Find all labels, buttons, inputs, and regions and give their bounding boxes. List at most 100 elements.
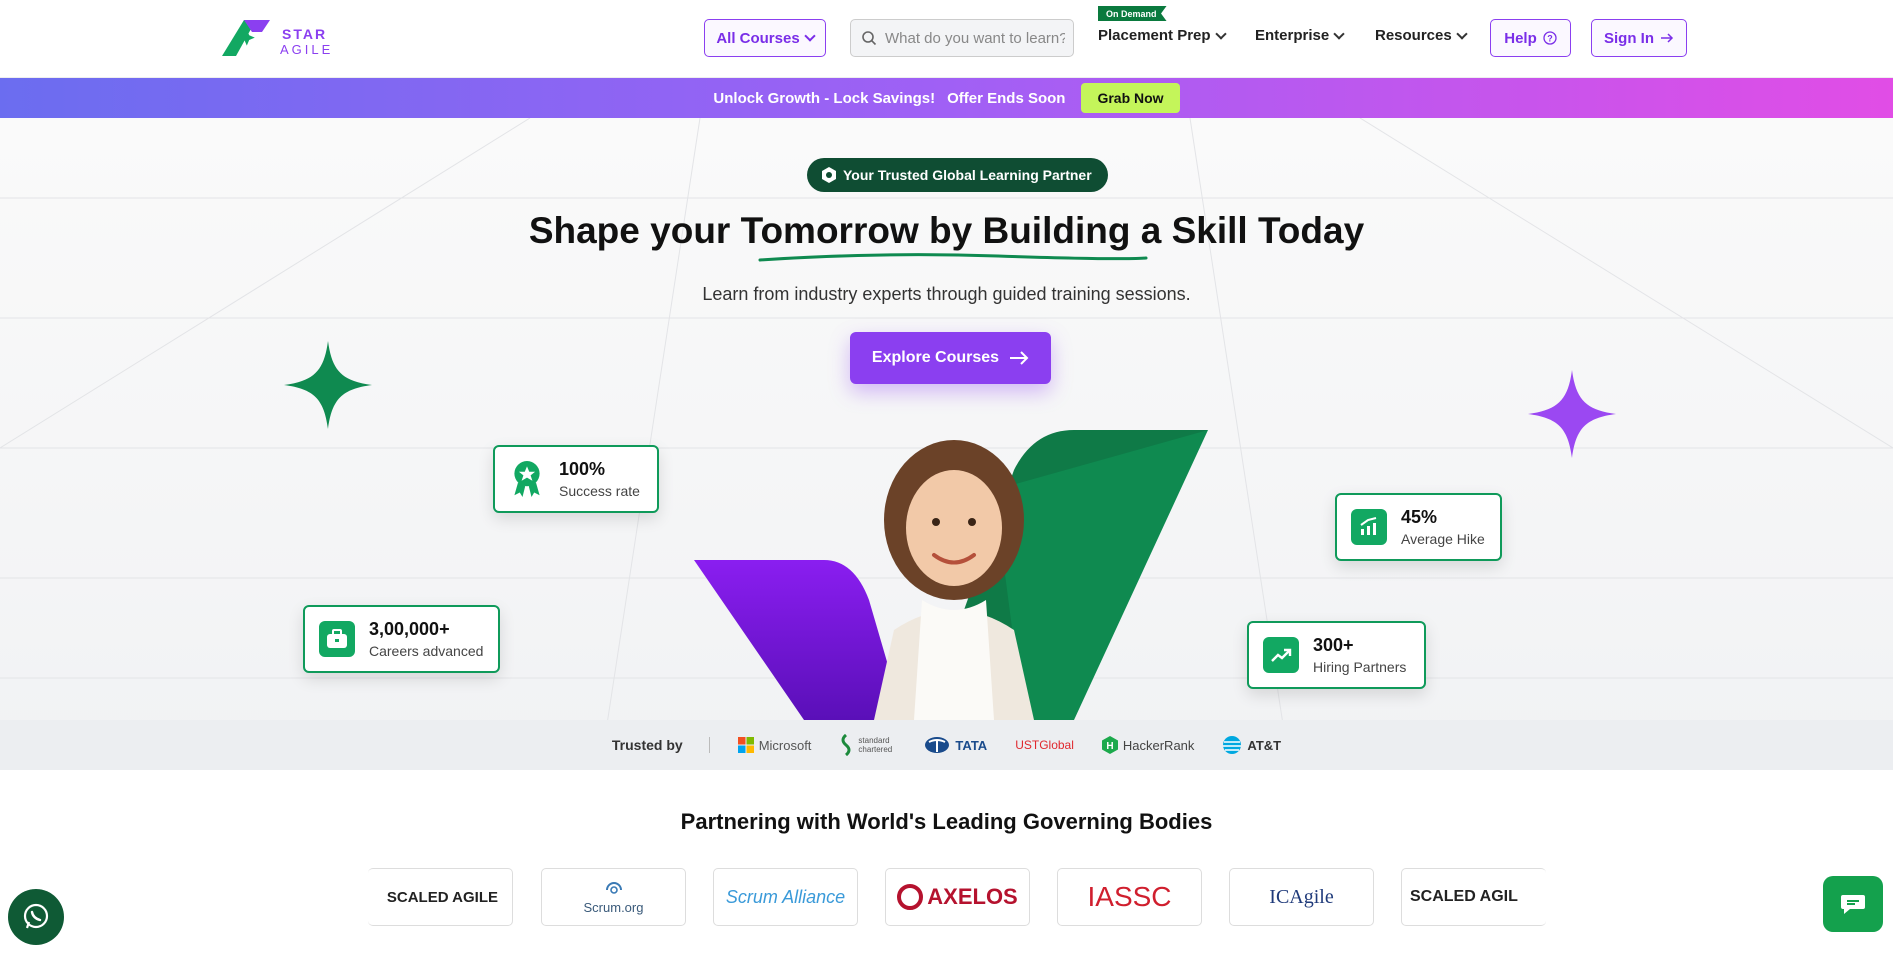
brand-name: standard chartered [858, 736, 893, 754]
partner-logo-scrum-org[interactable]: Scrum.org [541, 868, 686, 926]
partner-name: SCALED AGIL [1410, 888, 1518, 905]
hackerrank-icon: H [1101, 736, 1118, 754]
arrow-right-icon [1661, 33, 1674, 43]
search-icon [862, 31, 877, 46]
nav-enterprise[interactable]: Enterprise [1255, 27, 1345, 44]
all-courses-label: All Courses [716, 29, 800, 47]
brand-logo-microsoft: Microsoft [737, 737, 812, 753]
brand-name: AT&T [1247, 737, 1282, 753]
partners-carousel: SCALED AGILE Scrum.org Scrum Alliance AX… [0, 868, 1893, 926]
stat-card-success-rate: 100% Success rate [493, 445, 659, 513]
site-header: STAR AGILE All Courses On Demand Placeme… [0, 0, 1893, 78]
partner-logo-scrum-alliance[interactable]: Scrum Alliance [713, 868, 858, 926]
brand-name: Microsoft [758, 737, 812, 753]
medal-icon [822, 167, 836, 183]
stat-value: 45% [1401, 507, 1438, 527]
sign-in-button[interactable]: Sign In [1591, 19, 1687, 57]
arrow-right-icon [1010, 351, 1029, 365]
question-icon: ? [1543, 31, 1557, 45]
partner-name: IASSC [1087, 881, 1172, 912]
help-label: Help [1504, 29, 1537, 47]
search-input[interactable] [885, 29, 1065, 47]
stat-label: Success rate [559, 483, 640, 499]
sign-in-label: Sign In [1604, 29, 1654, 47]
hero-section: Your Trusted Global Learning Partner Sha… [0, 118, 1893, 770]
brand-name: TATA [955, 737, 988, 753]
partner-logo-iassc[interactable]: IASSC [1057, 868, 1202, 926]
hero-person-illustration [694, 430, 1208, 720]
partner-name: Scrum Alliance [725, 886, 846, 907]
stat-value: 300+ [1313, 635, 1354, 655]
promo-banner: Unlock Growth - Lock Savings! Offer Ends… [0, 78, 1893, 118]
help-button[interactable]: Help ? [1490, 19, 1571, 57]
hero-subtitle: Learn from industry experts through guid… [702, 284, 1191, 304]
nav-resources-label: Resources [1375, 27, 1452, 44]
att-globe-icon [1223, 736, 1242, 754]
partners-title: Partnering with World's Leading Governin… [680, 809, 1213, 834]
microsoft-icon [737, 737, 754, 753]
partner-logo-scaled-agile-2[interactable]: SCALED AGIL [1401, 868, 1546, 926]
scrum-org-icon [605, 881, 622, 894]
whatsapp-button[interactable] [8, 889, 64, 945]
search-box[interactable] [850, 19, 1074, 57]
chevron-down-icon [1456, 27, 1468, 40]
partner-name: AXELOS [927, 884, 1018, 909]
growth-chart-icon [1351, 509, 1387, 545]
brand-logo-att: AT&T [1222, 735, 1281, 755]
explore-courses-label: Explore Courses [871, 349, 1000, 366]
nav-placement-prep-label: Placement Prep [1098, 27, 1211, 44]
all-courses-button[interactable]: All Courses [704, 19, 826, 57]
explore-courses-button[interactable]: Explore Courses [850, 332, 1051, 384]
stat-label: Average Hike [1401, 531, 1485, 547]
brand-logo-ust-global: USTGlobal [1015, 738, 1074, 752]
trending-up-icon [1263, 637, 1299, 673]
whatsapp-icon [23, 903, 49, 929]
chevron-down-icon [804, 30, 816, 42]
tata-icon [925, 737, 950, 753]
brand-name: HackerRank [1122, 737, 1195, 753]
nav-enterprise-label: Enterprise [1255, 27, 1330, 44]
award-icon [509, 461, 545, 497]
axelos-icon [897, 884, 924, 910]
promo-text-growth: Unlock Growth - Lock Savings! [713, 89, 936, 107]
svg-text:?: ? [1547, 34, 1553, 44]
star-agile-logo[interactable]: STAR AGILE [222, 18, 332, 60]
partner-name: Scrum.org [583, 899, 644, 915]
stat-card-hiring-partners: 300+ Hiring Partners [1247, 621, 1426, 689]
nav-placement-prep[interactable]: Placement Prep [1098, 27, 1227, 44]
svg-text:H: H [1106, 741, 1113, 752]
brand-logo-tata: TATA [924, 736, 987, 754]
brand-name: USTGlobal [1015, 738, 1074, 752]
chevron-down-icon [1333, 27, 1345, 40]
partner-name: SCALED AGILE [386, 888, 498, 906]
partner-logo-axelos[interactable]: AXELOS [885, 868, 1030, 926]
purple-sparkle-decoration [1528, 370, 1616, 458]
trust-pill: Your Trusted Global Learning Partner [807, 158, 1108, 192]
green-sparkle-decoration [284, 341, 372, 429]
stat-card-careers: 3,00,000+ Careers advanced [303, 605, 500, 673]
stat-value: 3,00,000+ [369, 619, 450, 639]
briefcase-icon [319, 621, 355, 657]
trusted-by-bar: Trusted by Microsoft standard chartered … [0, 720, 1893, 770]
partner-name: ICAgile [1269, 885, 1334, 908]
hero-title: Shape your Tomorrow by Building a Skill … [528, 210, 1365, 251]
logo-mark-icon [222, 20, 270, 56]
title-underline-swoosh [758, 253, 1148, 262]
stat-label: Careers advanced [369, 643, 484, 659]
trust-pill-label: Your Trusted Global Learning Partner [843, 167, 1092, 183]
on-demand-badge: On Demand [1098, 6, 1167, 21]
promo-text-offer: Offer Ends Soon [947, 89, 1066, 107]
trusted-by-label: Trusted by [612, 737, 710, 753]
chevron-down-icon [1214, 27, 1227, 40]
grab-now-button[interactable]: Grab Now [1081, 83, 1180, 113]
brand-logo-hackerrank: H HackerRank [1101, 736, 1195, 754]
partner-logo-icagile[interactable]: ICAgile [1229, 868, 1374, 926]
partner-logo-scaled-agile[interactable]: SCALED AGILE [368, 868, 513, 926]
chat-bubble-icon [1841, 895, 1865, 914]
logo-text-agile: AGILE [280, 42, 334, 57]
nav-resources[interactable]: Resources [1375, 27, 1468, 44]
logo-text-star: STAR [282, 26, 328, 42]
on-demand-label: On Demand [1106, 8, 1157, 19]
chat-button[interactable] [1823, 876, 1883, 932]
standard-chartered-icon [841, 734, 851, 756]
